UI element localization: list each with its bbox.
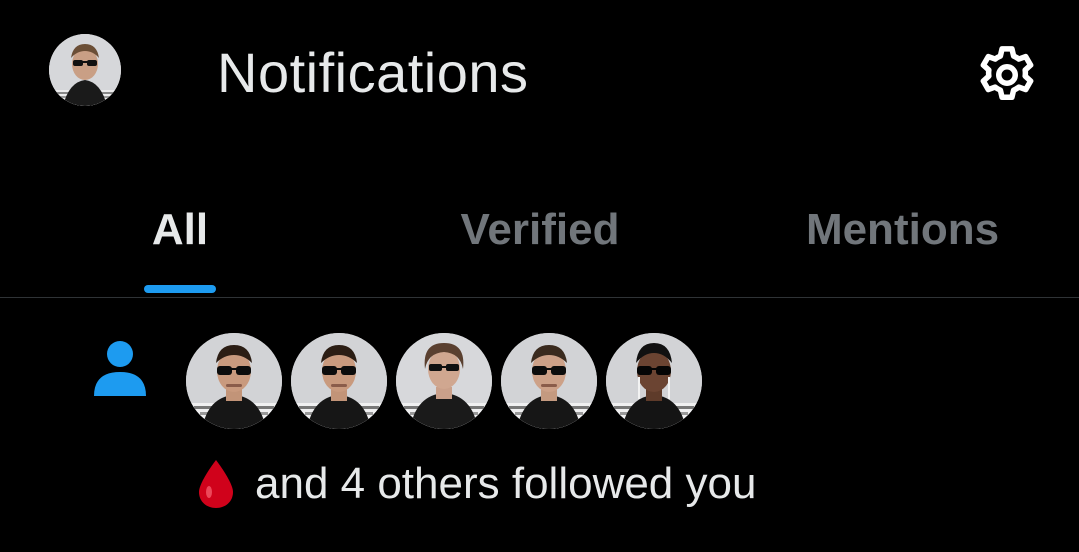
tab-verified-label: Verified: [460, 205, 620, 254]
follower-avatar[interactable]: [501, 333, 597, 429]
follower-avatar-image: [501, 333, 597, 429]
follower-avatar-image: [186, 333, 282, 429]
settings-button[interactable]: [970, 38, 1044, 112]
top-app-bar: Notifications: [0, 0, 1079, 150]
follower-avatar-image: [291, 333, 387, 429]
follow-notification[interactable]: and 4 others followed you: [0, 298, 1079, 552]
tab-all-label: All: [151, 205, 209, 254]
tab-verified[interactable]: Verified: [430, 190, 650, 297]
notification-message: and 4 others followed you: [195, 456, 756, 512]
follower-avatar[interactable]: [396, 333, 492, 429]
follower-avatar[interactable]: [291, 333, 387, 429]
follower-avatar-image: [606, 333, 702, 429]
page-title: Notifications: [217, 41, 529, 104]
person-icon: [94, 341, 146, 396]
profile-avatar[interactable]: [49, 34, 121, 106]
follower-avatar[interactable]: [186, 333, 282, 429]
gear-icon: [980, 46, 1034, 101]
tab-mentions-label: Mentions: [805, 205, 1000, 254]
follower-avatar-image: [396, 333, 492, 429]
follower-avatar[interactable]: [606, 333, 702, 429]
tab-mentions[interactable]: Mentions: [780, 190, 1025, 297]
drop-of-blood-icon: [199, 460, 233, 508]
tab-all[interactable]: All: [120, 190, 240, 297]
profile-avatar-image: [49, 34, 121, 106]
notification-tabs: All Verified Mentions: [0, 190, 1079, 298]
notification-text: and 4 others followed you: [255, 459, 757, 508]
active-tab-indicator: [144, 285, 216, 293]
